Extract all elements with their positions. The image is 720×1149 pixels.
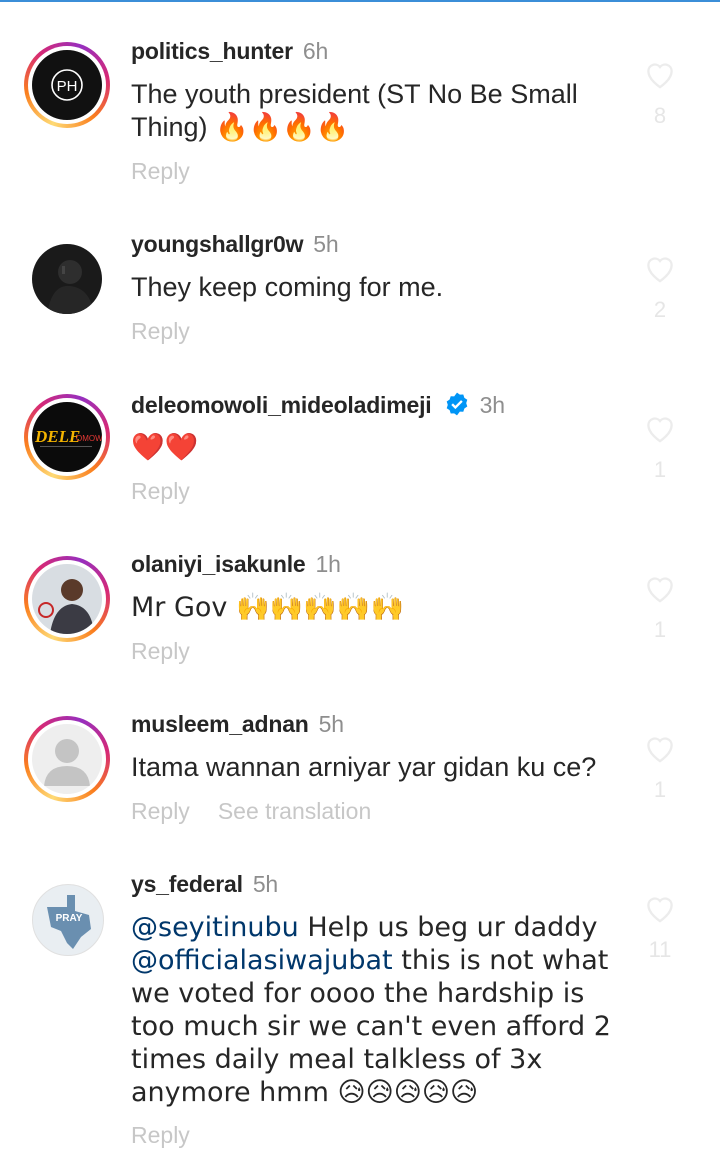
- heart-icon[interactable]: [642, 732, 678, 764]
- reply-button[interactable]: Reply: [131, 638, 190, 665]
- avatar-texas-map: PRAY: [47, 895, 91, 949]
- like-button[interactable]: 11: [640, 892, 680, 963]
- comment-time: 5h: [313, 231, 339, 257]
- mention-link[interactable]: @officialasiwajubat: [131, 945, 393, 976]
- like-button[interactable]: 1: [640, 732, 680, 803]
- comment-text: @seyitinubu Help us beg ur daddy @offici…: [131, 912, 611, 1108]
- reply-button[interactable]: Reply: [131, 1122, 190, 1149]
- heart-icon[interactable]: [642, 58, 678, 90]
- comment-time: 3h: [479, 392, 505, 418]
- like-button[interactable]: 1: [640, 412, 680, 483]
- like-count: 1: [653, 617, 667, 642]
- comment-time: 1h: [315, 551, 341, 577]
- heart-icon[interactable]: [642, 572, 678, 604]
- top-divider: [0, 0, 720, 2]
- avatar[interactable]: PRAY: [24, 876, 110, 962]
- heart-icon[interactable]: [642, 892, 678, 924]
- like-count: 8: [653, 103, 667, 128]
- svg-text:PH: PH: [57, 78, 78, 95]
- like-button[interactable]: 2: [640, 252, 680, 323]
- comment-username[interactable]: deleomowoli_mideoladimeji 3h: [131, 391, 505, 419]
- reply-button[interactable]: Reply: [131, 158, 190, 185]
- avatar[interactable]: DELE OMOWO: [24, 394, 110, 480]
- comment-text: They keep coming for me.: [131, 272, 444, 302]
- avatar[interactable]: [24, 556, 110, 642]
- heart-icon[interactable]: [642, 412, 678, 444]
- comment-text: ❤️❤️: [131, 432, 199, 463]
- svg-text:DELE: DELE: [34, 427, 80, 446]
- comment-time: 5h: [318, 711, 344, 737]
- reply-row: Reply See translation: [131, 798, 371, 825]
- like-count: 1: [653, 777, 667, 802]
- avatar-photo: [38, 579, 94, 634]
- reply-button[interactable]: Reply: [131, 478, 190, 505]
- comment-username[interactable]: ys_federal 5h: [131, 871, 278, 898]
- comment-text: Itama wannan arniyar yar gidan ku ce?: [131, 752, 597, 782]
- like-count: 1: [653, 457, 667, 482]
- svg-text:PRAY: PRAY: [56, 913, 83, 924]
- mention-link[interactable]: @seyitinubu: [131, 912, 299, 943]
- avatar-logo-ph: PH: [51, 69, 83, 101]
- reply-button[interactable]: Reply: [131, 798, 190, 824]
- avatar-logo-dele: DELE OMOWO: [34, 427, 102, 447]
- like-count: 2: [653, 297, 667, 322]
- like-button[interactable]: 1: [640, 572, 680, 643]
- avatar[interactable]: [24, 716, 110, 802]
- comment-time: 6h: [302, 38, 329, 64]
- avatar[interactable]: PH: [24, 42, 110, 128]
- avatar-photo: [47, 260, 94, 314]
- svg-text:OMOWO: OMOWO: [76, 434, 102, 443]
- comment-username[interactable]: youngshallgr0w 5h: [131, 231, 339, 258]
- heart-icon[interactable]: [642, 252, 678, 284]
- reply-button[interactable]: Reply: [131, 318, 190, 345]
- like-count: 11: [648, 937, 672, 962]
- avatar[interactable]: [24, 236, 110, 322]
- comment-username[interactable]: olaniyi_isakunle 1h: [131, 551, 341, 578]
- comment-username[interactable]: musleem_adnan 5h: [131, 711, 344, 738]
- comment-username[interactable]: politics_hunter 6h: [131, 38, 328, 65]
- default-avatar-icon: [44, 739, 90, 786]
- comment-text: Mr Gov 🙌🙌🙌🙌🙌: [131, 592, 405, 623]
- comment-time: 5h: [252, 871, 278, 897]
- verified-badge-icon: [446, 392, 467, 416]
- comment-text: The youth president (ST No Be Small Thin…: [131, 79, 578, 142]
- like-button[interactable]: 8: [640, 58, 680, 129]
- see-translation-button[interactable]: See translation: [218, 798, 371, 824]
